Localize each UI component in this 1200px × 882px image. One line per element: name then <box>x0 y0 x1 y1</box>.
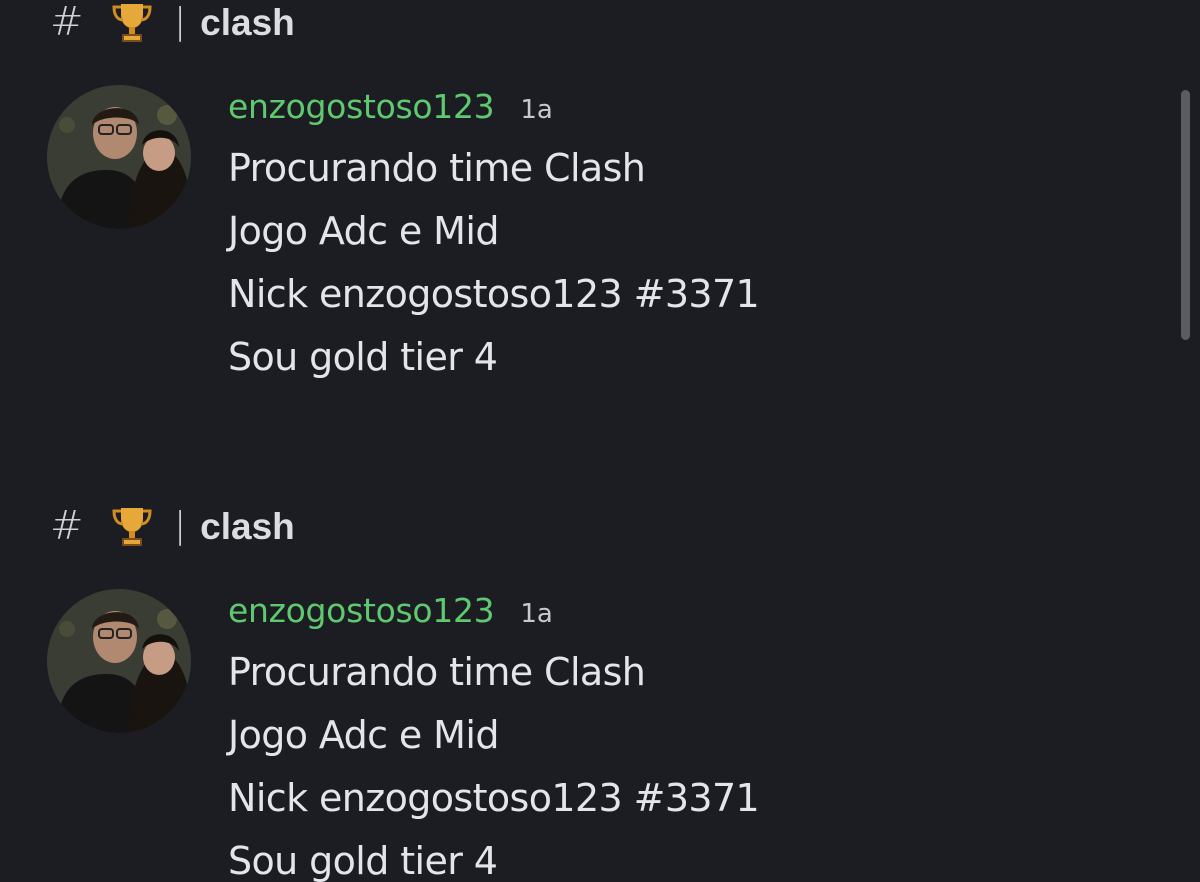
timestamp: 1a <box>520 599 553 629</box>
message-meta: enzogostoso123 1a <box>228 87 1128 137</box>
message-line: Nick enzogostoso123 #3371 <box>228 776 760 820</box>
message-line: Sou gold tier 4 <box>228 335 498 379</box>
timestamp: 1a <box>520 95 553 125</box>
username[interactable]: enzogostoso123 <box>228 87 495 126</box>
chat-view: # | clash enzogostoso123 1a Procurando t… <box>0 0 1200 882</box>
message-body: enzogostoso123 1a Procurando time Clash … <box>228 87 1128 389</box>
channel-hash-icon: # <box>50 0 84 45</box>
message-body: enzogostoso123 1a Procurando time Clash … <box>228 591 1128 882</box>
channel-separator: | <box>174 505 187 546</box>
channel-name: clash <box>200 1 295 43</box>
avatar[interactable] <box>47 85 191 229</box>
message-meta: enzogostoso123 1a <box>228 591 1128 641</box>
message-line: Procurando time Clash <box>228 146 646 190</box>
message-line: Sou gold tier 4 <box>228 839 498 882</box>
username[interactable]: enzogostoso123 <box>228 591 495 630</box>
channel-hash-icon: # <box>50 503 84 549</box>
scrollbar[interactable] <box>1181 90 1190 340</box>
avatar[interactable] <box>47 589 191 733</box>
channel-header[interactable]: # | clash <box>50 501 295 551</box>
channel-name: clash <box>200 505 295 547</box>
message-line: Jogo Adc e Mid <box>228 713 499 757</box>
message-line: Nick enzogostoso123 #3371 <box>228 272 760 316</box>
channel-separator: | <box>174 1 187 42</box>
trophy-icon <box>108 502 156 550</box>
message-line: Procurando time Clash <box>228 650 646 694</box>
channel-header[interactable]: # | clash <box>50 0 295 47</box>
trophy-icon <box>108 0 156 46</box>
message-line: Jogo Adc e Mid <box>228 209 499 253</box>
